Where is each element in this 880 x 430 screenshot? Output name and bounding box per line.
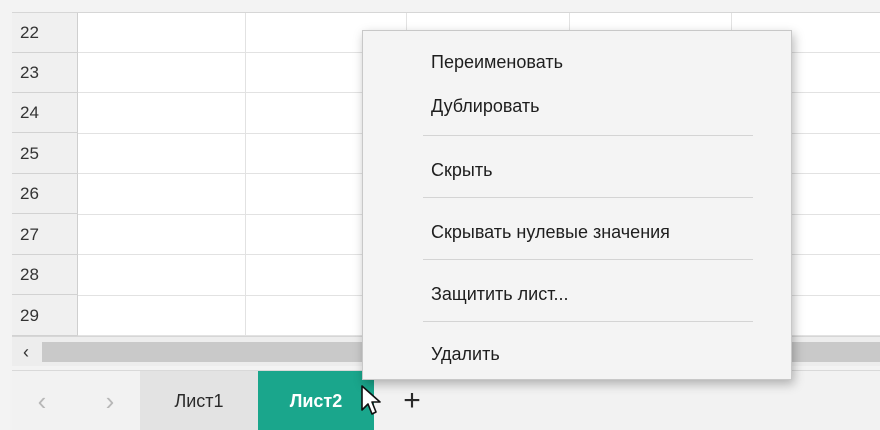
menu-item-hide[interactable]: Скрыть (363, 155, 791, 185)
row-header-26[interactable]: 26 (12, 174, 78, 214)
menu-item-protect-sheet[interactable]: Защитить лист... (363, 279, 791, 309)
sheet-tab-list2[interactable]: Лист2 (258, 371, 374, 430)
menu-item-hide-zero-values[interactable]: Скрывать нулевые значения (363, 217, 791, 247)
menu-item-delete[interactable]: Удалить (363, 339, 791, 369)
scroll-left-icon[interactable]: ‹ (12, 337, 40, 367)
row-header-22[interactable]: 22 (12, 13, 78, 53)
menu-separator (423, 135, 753, 136)
row-header-28[interactable]: 28 (12, 255, 78, 295)
next-sheet-icon[interactable]: › (90, 371, 130, 430)
row-header-27[interactable]: 27 (12, 215, 78, 255)
prev-sheet-icon[interactable]: ‹ (22, 371, 62, 430)
menu-separator (423, 321, 753, 322)
sheet-tab-list1[interactable]: Лист1 (140, 371, 258, 430)
menu-item-rename[interactable]: Переименовать (363, 47, 791, 77)
column-divider (245, 13, 246, 336)
row-header-23[interactable]: 23 (12, 53, 78, 93)
menu-item-duplicate[interactable]: Дублировать (363, 91, 791, 121)
row-header-25[interactable]: 25 (12, 134, 78, 174)
row-header-24[interactable]: 24 (12, 93, 78, 133)
row-header-29[interactable]: 29 (12, 296, 78, 336)
sheet-context-menu: Переименовать Дублировать Скрыть Скрыват… (362, 30, 792, 380)
menu-separator (423, 197, 753, 198)
row-headers: 22 23 24 25 26 27 28 29 (12, 13, 78, 336)
mouse-pointer-icon (361, 385, 381, 415)
menu-separator (423, 259, 753, 260)
